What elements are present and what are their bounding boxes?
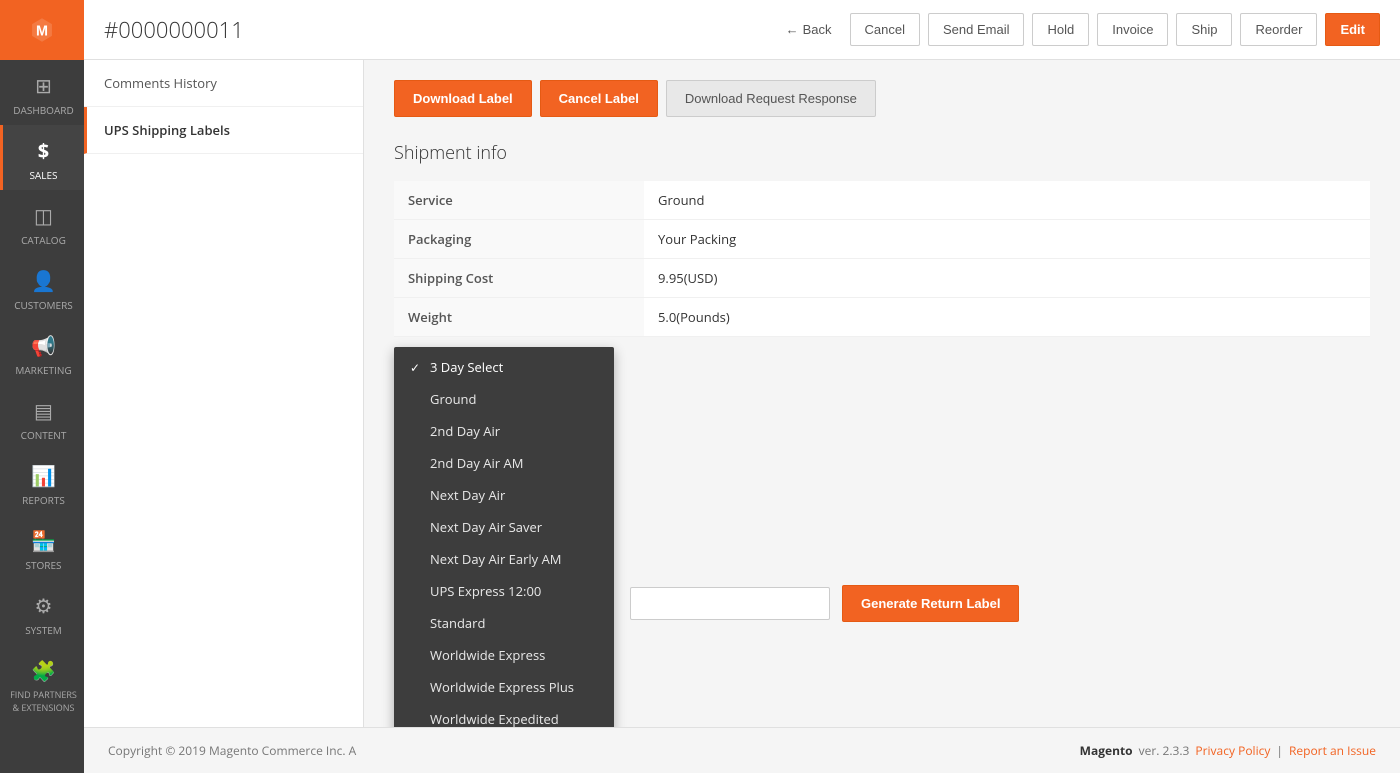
footer: Copyright © 2019 Magento Commerce Inc. A… (84, 727, 1400, 773)
row-label: Packaging (394, 220, 644, 259)
service-row: ✓ 3 Day Select Ground 2nd Day Air 2nd Day… (394, 347, 1370, 727)
customers-icon: 👤 (31, 267, 56, 294)
dropdown-item-3-day-select[interactable]: ✓ 3 Day Select (394, 351, 614, 383)
send-email-button[interactable]: Send Email (928, 13, 1024, 46)
dropdown-item-label: Worldwide Express Plus (430, 678, 574, 696)
dropdown-item-next-day-air-saver[interactable]: Next Day Air Saver (394, 511, 614, 543)
row-label: Weight (394, 298, 644, 337)
left-panel: Comments History UPS Shipping Labels (84, 60, 364, 727)
action-buttons-row: Download Label Cancel Label Download Req… (394, 80, 1370, 117)
sidebar-item-find-partners[interactable]: 🧩 FIND PARTNERS & EXTENSIONS (0, 645, 84, 722)
dropdown-item-label: Next Day Air Early AM (430, 550, 562, 568)
back-button[interactable]: ← Back (776, 16, 842, 43)
hold-button[interactable]: Hold (1032, 13, 1089, 46)
find-partners-icon: 🧩 (31, 657, 56, 684)
check-mark-icon: ✓ (410, 359, 422, 376)
dropdown-item-standard[interactable]: Standard (394, 607, 614, 639)
sidebar-logo: M (0, 0, 84, 60)
section-title-shipment: Shipment info (394, 141, 1370, 165)
dropdown-item-label: Worldwide Expedited (430, 710, 559, 727)
return-label-row: Generate Return Label (630, 577, 1019, 622)
download-request-button[interactable]: Download Request Response (666, 80, 876, 117)
marketing-icon: 📢 (31, 332, 56, 359)
dropdown-item-worldwide-express[interactable]: Worldwide Express (394, 639, 614, 671)
row-label: Shipping Cost (394, 259, 644, 298)
ship-button[interactable]: Ship (1176, 13, 1232, 46)
catalog-icon: ◫ (34, 202, 53, 229)
svg-text:M: M (36, 23, 48, 39)
row-value: Ground (644, 181, 1370, 220)
return-label-input[interactable] (630, 587, 830, 620)
dropdown-item-label: 2nd Day Air AM (430, 454, 523, 472)
dropdown-item-label: UPS Express 12:00 (430, 582, 541, 600)
sidebar-item-content[interactable]: ▤ CONTENT (0, 385, 84, 450)
sidebar-item-system[interactable]: ⚙ SYSTEM (0, 580, 84, 645)
shipment-info-table: ServiceGroundPackagingYour PackingShippi… (394, 181, 1370, 337)
invoice-button[interactable]: Invoice (1097, 13, 1168, 46)
cancel-button[interactable]: Cancel (850, 13, 920, 46)
reorder-button[interactable]: Reorder (1240, 13, 1317, 46)
footer-right: Magento ver. 2.3.3 Privacy Policy | Repo… (1080, 742, 1376, 759)
sales-icon: $ (38, 137, 49, 164)
dropdown-item-label: Standard (430, 614, 485, 632)
stores-icon: 🏪 (31, 527, 56, 554)
page-title: #0000000011 (104, 15, 776, 45)
dropdown-item-2nd-day-air[interactable]: 2nd Day Air (394, 415, 614, 447)
footer-separator: | (1276, 742, 1283, 759)
system-icon: ⚙ (35, 592, 53, 619)
table-row: Shipping Cost9.95(USD) (394, 259, 1370, 298)
dropdown-item-next-day-air[interactable]: Next Day Air (394, 479, 614, 511)
sidebar: M ⊞ DASHBOARD $ SALES ◫ CATALOG 👤 CUSTOM… (0, 0, 84, 773)
dropdown-item-ground[interactable]: Ground (394, 383, 614, 415)
reports-icon: 📊 (31, 462, 56, 489)
sidebar-item-customers[interactable]: 👤 CUSTOMERS (0, 255, 84, 320)
dropdown-item-worldwide-expedited[interactable]: Worldwide Expedited (394, 703, 614, 727)
download-label-button[interactable]: Download Label (394, 80, 532, 117)
edit-button[interactable]: Edit (1325, 13, 1380, 46)
dropdown-item-label: Ground (430, 390, 476, 408)
topbar: #0000000011 ← Back Cancel Send Email Hol… (84, 0, 1400, 60)
service-dropdown[interactable]: ✓ 3 Day Select Ground 2nd Day Air 2nd Day… (394, 347, 614, 727)
report-issue-link[interactable]: Report an Issue (1289, 742, 1376, 759)
dashboard-icon: ⊞ (35, 72, 52, 99)
back-arrow-icon: ← (786, 22, 799, 37)
sidebar-item-sales[interactable]: $ SALES (0, 125, 84, 190)
sidebar-item-catalog[interactable]: ◫ CATALOG (0, 190, 84, 255)
generate-return-label-button[interactable]: Generate Return Label (842, 585, 1019, 622)
dropdown-item-next-day-air-early-am[interactable]: Next Day Air Early AM (394, 543, 614, 575)
dropdown-item-label: Next Day Air Saver (430, 518, 542, 536)
sidebar-item-stores[interactable]: 🏪 STORES (0, 515, 84, 580)
row-value: 9.95(USD) (644, 259, 1370, 298)
main-area: #0000000011 ← Back Cancel Send Email Hol… (84, 0, 1400, 773)
sidebar-item-marketing[interactable]: 📢 MARKETING (0, 320, 84, 385)
cancel-label-button[interactable]: Cancel Label (540, 80, 658, 117)
topbar-actions: ← Back Cancel Send Email Hold Invoice Sh… (776, 13, 1380, 46)
privacy-policy-link[interactable]: Privacy Policy (1195, 742, 1270, 759)
footer-brand: Magento (1080, 742, 1133, 759)
dropdown-item-label: 2nd Day Air (430, 422, 500, 440)
dropdown-item-label: 3 Day Select (430, 358, 503, 376)
dropdown-item-worldwide-express-plus[interactable]: Worldwide Express Plus (394, 671, 614, 703)
dropdown-item-label: Next Day Air (430, 486, 505, 504)
footer-version: ver. 2.3.3 (1139, 742, 1190, 759)
content-icon: ▤ (34, 397, 53, 424)
table-row: PackagingYour Packing (394, 220, 1370, 259)
row-value: Your Packing (644, 220, 1370, 259)
footer-copyright: Copyright © 2019 Magento Commerce Inc. A (108, 742, 356, 759)
table-row: ServiceGround (394, 181, 1370, 220)
left-panel-item-comments[interactable]: Comments History (84, 60, 363, 107)
row-value: 5.0(Pounds) (644, 298, 1370, 337)
table-row: Weight5.0(Pounds) (394, 298, 1370, 337)
content-area: Comments History UPS Shipping Labels Dow… (84, 60, 1400, 727)
dropdown-item-2nd-day-air-am[interactable]: 2nd Day Air AM (394, 447, 614, 479)
sidebar-item-reports[interactable]: 📊 REPORTS (0, 450, 84, 515)
dropdown-item-ups-express-1200[interactable]: UPS Express 12:00 (394, 575, 614, 607)
right-panel: Download Label Cancel Label Download Req… (364, 60, 1400, 727)
row-label: Service (394, 181, 644, 220)
sidebar-item-dashboard[interactable]: ⊞ DASHBOARD (0, 60, 84, 125)
dropdown-item-label: Worldwide Express (430, 646, 545, 664)
left-panel-item-ups[interactable]: UPS Shipping Labels (84, 107, 363, 154)
